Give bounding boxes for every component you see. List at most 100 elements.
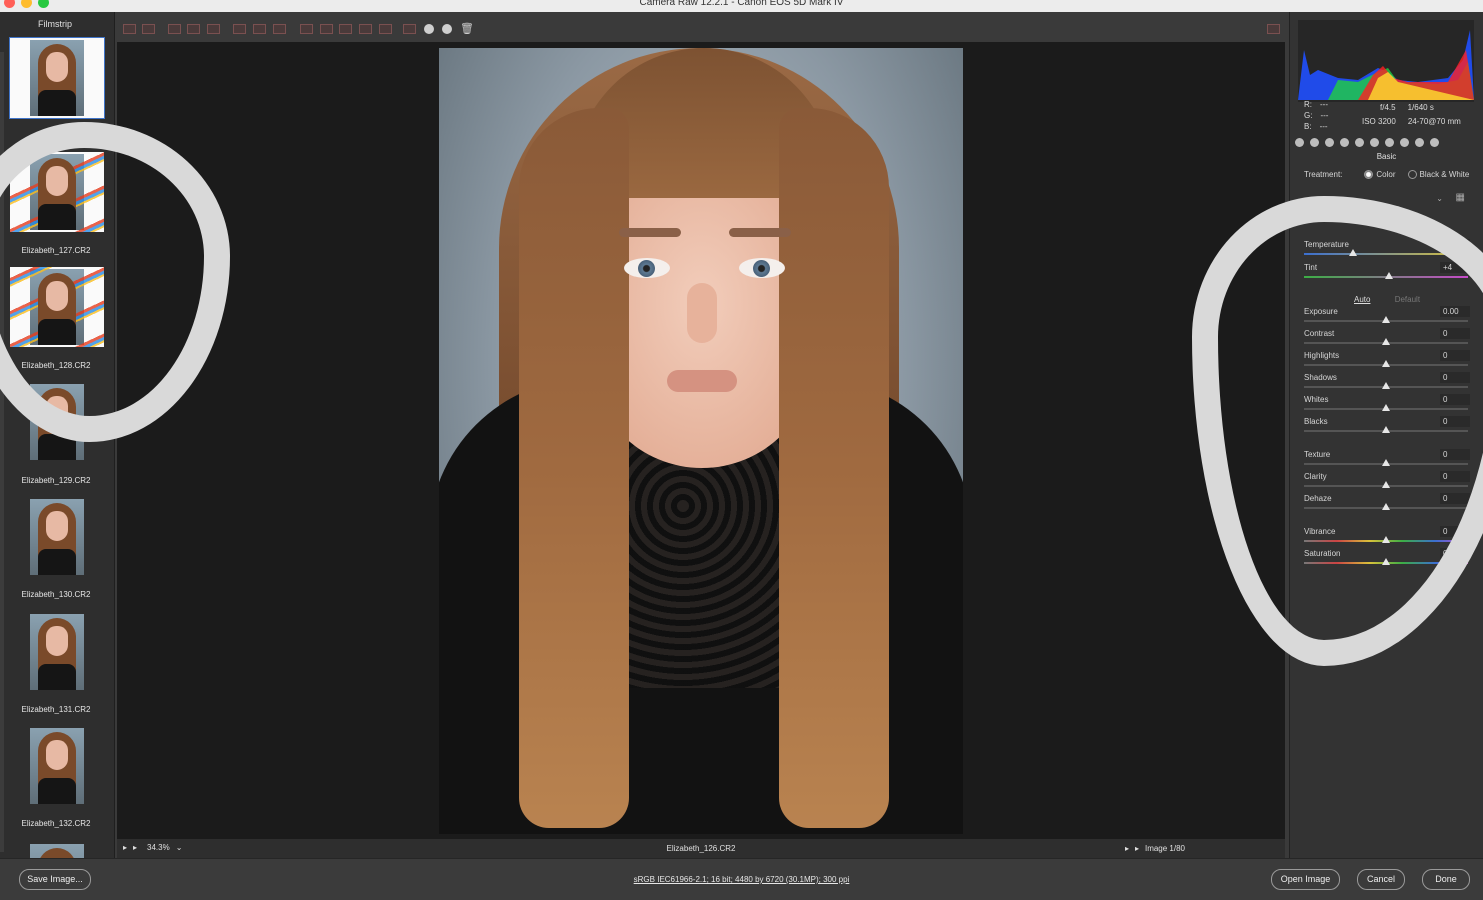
slider-handle[interactable] [1382,558,1390,565]
slider-texture[interactable]: Texture 0 [1304,449,1470,472]
red-eye-icon[interactable] [300,24,313,34]
snapshots-tab-icon[interactable] [1430,138,1439,147]
slider-exposure[interactable]: Exposure 0.00 [1304,306,1470,329]
slider-blacks[interactable]: Blacks 0 [1304,416,1470,439]
slider-value-field[interactable] [1440,239,1470,250]
filmstrip-thumb-128[interactable] [10,267,104,347]
slider-handle[interactable] [1382,459,1390,466]
hand-icon[interactable] [142,24,155,34]
cancel-button[interactable]: Cancel [1357,869,1405,890]
filmstrip-thumb-130[interactable] [10,497,104,577]
slider-handle[interactable] [1382,360,1390,367]
slider-handle[interactable] [1382,503,1390,510]
slider-value-field[interactable]: 0 [1440,526,1470,537]
slider-handle[interactable] [1382,404,1390,411]
slider-handle[interactable] [1382,426,1390,433]
slider-tint[interactable]: Tint +4 [1304,262,1470,285]
done-button[interactable]: Done [1422,869,1470,890]
open-image-button[interactable]: Open Image [1271,869,1340,890]
adjustment-brush-icon[interactable] [320,24,333,34]
slider-value-field[interactable]: 0 [1440,350,1470,361]
slider-handle[interactable] [1382,536,1390,543]
slider-value-field[interactable]: 0 [1440,548,1470,559]
slider-handle[interactable] [1382,316,1390,323]
slider-handle[interactable] [1349,249,1358,256]
tone-curve-tab-icon[interactable] [1310,138,1319,147]
next-image-icon[interactable]: ▸ [1135,844,1139,853]
slider-handle[interactable] [1385,272,1394,279]
workflow-options-link[interactable]: sRGB IEC61966-2.1; 16 bit; 4480 by 6720 … [0,875,1483,884]
slider-handle[interactable] [1382,382,1390,389]
treatment-bw-option[interactable]: Black & White [1407,170,1470,180]
straighten-icon[interactable] [253,24,266,34]
slider-highlights[interactable]: Highlights 0 [1304,350,1470,373]
crop-icon[interactable] [233,24,246,34]
filmstrip-label: Elizabeth_131.CR2 [21,705,91,714]
slider-handle[interactable] [1382,481,1390,488]
g-value: --- [1320,111,1329,120]
white-balance-icon[interactable] [168,24,181,34]
color-sampler-icon[interactable] [187,24,200,34]
slider-saturation[interactable]: Saturation 0 [1304,548,1470,571]
thumbnail-image [10,726,104,806]
basic-tab-icon[interactable] [1295,138,1304,147]
preferences-icon[interactable] [379,24,392,34]
slider-shadows[interactable]: Shadows 0 [1304,372,1470,395]
effects-tab-icon[interactable] [1385,138,1394,147]
filmstrip-thumb-132[interactable] [10,726,104,806]
presets-tab-icon[interactable] [1415,138,1424,147]
prev-image-icon[interactable]: ▸ [1125,844,1129,853]
slider-value-field[interactable]: 0 [1440,416,1470,427]
profile-browser-icon[interactable]: ▦ [1456,192,1465,203]
slider-value-field[interactable]: 0 [1440,471,1470,482]
slider-clarity[interactable]: Clarity 0 [1304,471,1470,494]
lens-tab-icon[interactable] [1370,138,1379,147]
filmstrip-thumb-129[interactable] [10,382,104,462]
filmstrip-scrollbar[interactable] [0,52,4,852]
slider-whites[interactable]: Whites 0 [1304,394,1470,417]
panel-tabs [1295,138,1439,147]
slider-value-field[interactable]: 0 [1440,372,1470,383]
radial-filter-icon[interactable] [359,24,372,34]
slider-value-field[interactable]: 0 [1440,493,1470,504]
filmstrip-thumb-126[interactable] [9,37,105,119]
slider-dehaze[interactable]: Dehaze 0 [1304,493,1470,516]
treatment-row: Treatment: Color Black & White [1304,170,1470,180]
slider-temperature[interactable]: Temperature [1304,239,1470,262]
slider-value-field[interactable]: 0 [1440,394,1470,405]
detail-tab-icon[interactable] [1325,138,1334,147]
trash-icon[interactable]: 🗑 [460,22,474,35]
rotate-left-round-icon[interactable] [424,24,434,34]
preview-canvas[interactable] [117,42,1285,839]
slider-contrast[interactable]: Contrast 0 [1304,328,1470,351]
calibration-tab-icon[interactable] [1400,138,1409,147]
filmstrip-label: Elizabeth_128.CR2 [21,361,91,370]
rotate-right-icon[interactable] [442,24,452,34]
spot-removal-icon[interactable] [273,24,286,34]
eye-right [739,258,785,278]
slider-handle[interactable] [1382,338,1390,345]
slider-value-field[interactable]: 0.00 [1440,306,1470,317]
bw-label: Black & White [1419,170,1470,179]
fullscreen-icon[interactable] [1267,24,1280,34]
adjustments-panel: R: --- G: --- B: --- f/4.5 1/640 s ISO 3200 2… [1289,12,1483,858]
chevron-down-icon[interactable]: ⌄ [1436,194,1443,203]
filmstrip-thumb-133[interactable] [10,842,104,858]
slider-value-field[interactable]: +4 [1440,262,1470,273]
targeted-adjustment-icon[interactable] [207,24,220,34]
treatment-color-option[interactable]: Color [1364,170,1396,180]
graduated-filter-icon[interactable] [339,24,352,34]
filmstrip-thumb-127[interactable] [10,152,104,232]
rotate-left-icon[interactable] [403,24,416,34]
hsl-tab-icon[interactable] [1340,138,1349,147]
zoom-icon[interactable] [123,24,136,34]
split-toning-tab-icon[interactable] [1355,138,1364,147]
default-button[interactable]: Default [1395,295,1420,304]
slider-value-field[interactable]: 0 [1440,449,1470,460]
thumbnail-image [10,382,104,462]
slider-vibrance[interactable]: Vibrance 0 [1304,526,1470,549]
slider-value-field[interactable]: 0 [1440,328,1470,339]
filmstrip-thumb-131[interactable] [10,612,104,692]
slider-track[interactable] [1304,253,1468,255]
auto-button[interactable]: Auto [1354,295,1370,304]
